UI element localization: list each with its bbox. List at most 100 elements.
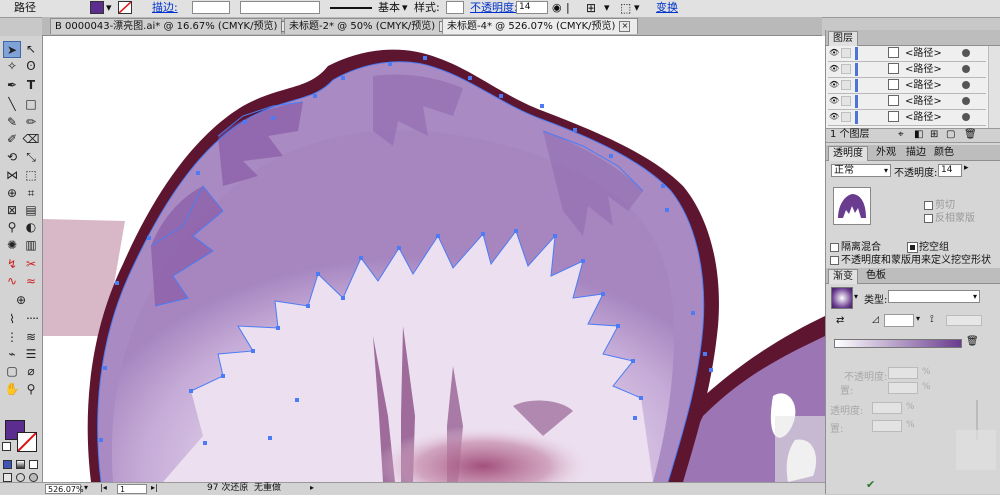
scissors-tool-icon[interactable]: ✂	[22, 256, 40, 273]
new-sublayer-icon[interactable]: ⊞	[930, 129, 938, 141]
tab-layers[interactable]: 图层	[828, 31, 858, 46]
crystallize-tool-icon[interactable]: ⌁	[3, 346, 21, 363]
brush-stroke-preview[interactable]	[330, 7, 372, 9]
eye-icon[interactable]: 👁	[829, 48, 839, 58]
artboard-tool-icon[interactable]: ⊕	[12, 292, 30, 309]
width-tool-icon[interactable]: ⋈	[3, 167, 21, 184]
layer-name[interactable]: <路径>	[905, 62, 942, 77]
target-icon[interactable]	[962, 81, 970, 89]
color-mode-icon[interactable]	[3, 460, 12, 469]
style-swatch[interactable]	[446, 1, 464, 14]
target-icon[interactable]	[962, 97, 970, 105]
target-icon[interactable]	[962, 49, 970, 57]
stop-location-field[interactable]	[888, 382, 918, 394]
gradient-type-select[interactable]: ▾	[888, 290, 980, 303]
pen-tool-icon[interactable]: ✒	[3, 77, 21, 94]
delete-layer-icon[interactable]: 🗑	[964, 129, 977, 141]
fill-dropdown-icon[interactable]: ▾	[106, 1, 112, 15]
layer-row[interactable]: 👁 <路径>	[828, 78, 986, 94]
align-icon[interactable]: ⊞	[586, 1, 596, 15]
tab-color[interactable]: 颜色	[930, 146, 958, 160]
gradient-preview[interactable]	[831, 287, 853, 309]
opacity-slider-toggle-icon[interactable]: ▸	[964, 163, 969, 173]
lasso-tool-icon[interactable]: ʘ	[22, 58, 40, 75]
zoom-dropdown-icon[interactable]: ▾	[84, 483, 88, 492]
variable-width-field[interactable]	[240, 1, 320, 14]
layer-name[interactable]: <路径>	[905, 78, 942, 93]
blend-tool-icon[interactable]: ◐	[22, 219, 40, 236]
column-graph-tool-icon[interactable]: ▥	[22, 237, 40, 254]
tab-appearance[interactable]: 外观	[872, 146, 900, 160]
zoom-tool-icon[interactable]: ⚲	[22, 381, 40, 398]
scale-tool-icon[interactable]: ⤡	[22, 149, 40, 166]
magic-wand-tool-icon[interactable]: ✧	[3, 58, 21, 75]
stroke-label[interactable]: 描边:	[152, 1, 178, 15]
perspective-grid-tool-icon[interactable]: ⌗	[22, 185, 40, 202]
eraser-path-tool-icon[interactable]: ≈	[22, 273, 40, 290]
define-knockout-checkbox-box[interactable]	[830, 255, 839, 265]
angle-field[interactable]	[884, 314, 914, 327]
stroke-color-swatch[interactable]	[17, 432, 37, 452]
draw-inside-icon[interactable]	[29, 473, 38, 482]
stop-opacity-field-2[interactable]	[872, 402, 902, 414]
layer-name[interactable]: <路径>	[905, 110, 942, 125]
opacity-field[interactable]: 14	[516, 1, 548, 14]
hand-tool-icon[interactable]: ✋	[3, 381, 21, 398]
shape-builder-tool-icon[interactable]: ⊕	[3, 185, 21, 202]
first-artboard-icon[interactable]: |◂	[100, 483, 107, 492]
fill-swatch[interactable]	[90, 1, 104, 14]
invert-checkbox[interactable]: 反相蒙版	[924, 209, 975, 224]
lock-toggle[interactable]	[841, 48, 851, 58]
rotate-tool-icon[interactable]: ⟲	[3, 149, 21, 166]
lock-toggle[interactable]	[841, 112, 851, 122]
define-knockout-checkbox[interactable]: 不透明度和蒙版用来定义挖空形状	[830, 251, 991, 266]
blend-mode-select[interactable]: 正常 ▾	[831, 164, 891, 177]
type-tool-icon[interactable]: T	[22, 77, 40, 94]
tab-gradient[interactable]: 渐变	[828, 269, 858, 284]
select-similar-icon[interactable]: ⬚	[620, 1, 631, 15]
rectangle-tool-icon[interactable]: □	[22, 96, 40, 113]
zoom-field[interactable]: 526.07%	[45, 484, 84, 494]
tab-document-2[interactable]: 未标题-2* @ 50% (CMYK/预览)×	[284, 18, 456, 34]
wrinkle-tool-icon[interactable]: ☰	[22, 346, 40, 363]
layer-name[interactable]: <路径>	[905, 46, 942, 61]
locate-object-icon[interactable]: ⌖	[898, 129, 904, 141]
eye-icon[interactable]: 👁	[829, 64, 839, 74]
layer-row[interactable]: 👁 <路径>	[828, 94, 986, 110]
eye-icon[interactable]: 👁	[829, 96, 839, 106]
stroke-weight-field[interactable]	[192, 1, 230, 14]
target-icon[interactable]	[962, 65, 970, 73]
stroke-swatch[interactable]	[118, 1, 132, 14]
direct-selection-tool-icon[interactable]: ↖	[22, 41, 40, 58]
selection-tool-icon[interactable]: ➤	[3, 41, 21, 58]
lock-toggle[interactable]	[841, 96, 851, 106]
select-similar-dropdown-icon[interactable]: ▾	[634, 1, 640, 15]
new-layer-icon[interactable]: ▢	[946, 129, 955, 141]
tab-transparency[interactable]: 透明度	[828, 146, 868, 161]
slice-tool-icon[interactable]: ↯	[3, 256, 21, 273]
symbol-sprayer-tool-icon[interactable]: ✺	[3, 237, 21, 254]
tab-document-3[interactable]: 未标题-4* @ 526.07% (CMYK/预览) ×	[442, 18, 638, 34]
stop-opacity-field[interactable]	[888, 367, 918, 379]
recolor-icon[interactable]: ◉	[552, 1, 562, 15]
gradient-preview-dropdown-icon[interactable]: ▾	[854, 292, 858, 301]
paintbrush-tool-icon[interactable]: ✎	[3, 114, 21, 131]
none-mode-icon[interactable]	[29, 460, 38, 469]
blob-brush-tool-icon[interactable]: ✐	[3, 131, 21, 148]
knife-tool-icon[interactable]: ∿	[3, 273, 21, 290]
stop-location-field-2[interactable]	[872, 420, 902, 432]
layer-row[interactable]: 👁 <路径>	[828, 62, 986, 78]
draw-behind-icon[interactable]	[16, 473, 25, 482]
brush-dropdown-icon[interactable]: ▾	[402, 1, 408, 15]
transparency-opacity-field[interactable]: 14	[938, 164, 962, 177]
layer-name[interactable]: <路径>	[905, 94, 942, 109]
aspect-ratio-field[interactable]	[946, 315, 982, 326]
gradient-tool-icon[interactable]: ▤	[22, 202, 40, 219]
layer-row[interactable]: 👁 <路径>	[828, 110, 986, 126]
free-transform-tool-icon[interactable]: ⬚	[22, 167, 40, 184]
eye-icon[interactable]: 👁	[829, 80, 839, 90]
clipping-mask-icon[interactable]: ◧	[914, 129, 923, 141]
gradient-mode-icon[interactable]	[16, 460, 25, 469]
lock-toggle[interactable]	[841, 80, 851, 90]
next-artboard-icon[interactable]: ▸|	[151, 483, 158, 492]
